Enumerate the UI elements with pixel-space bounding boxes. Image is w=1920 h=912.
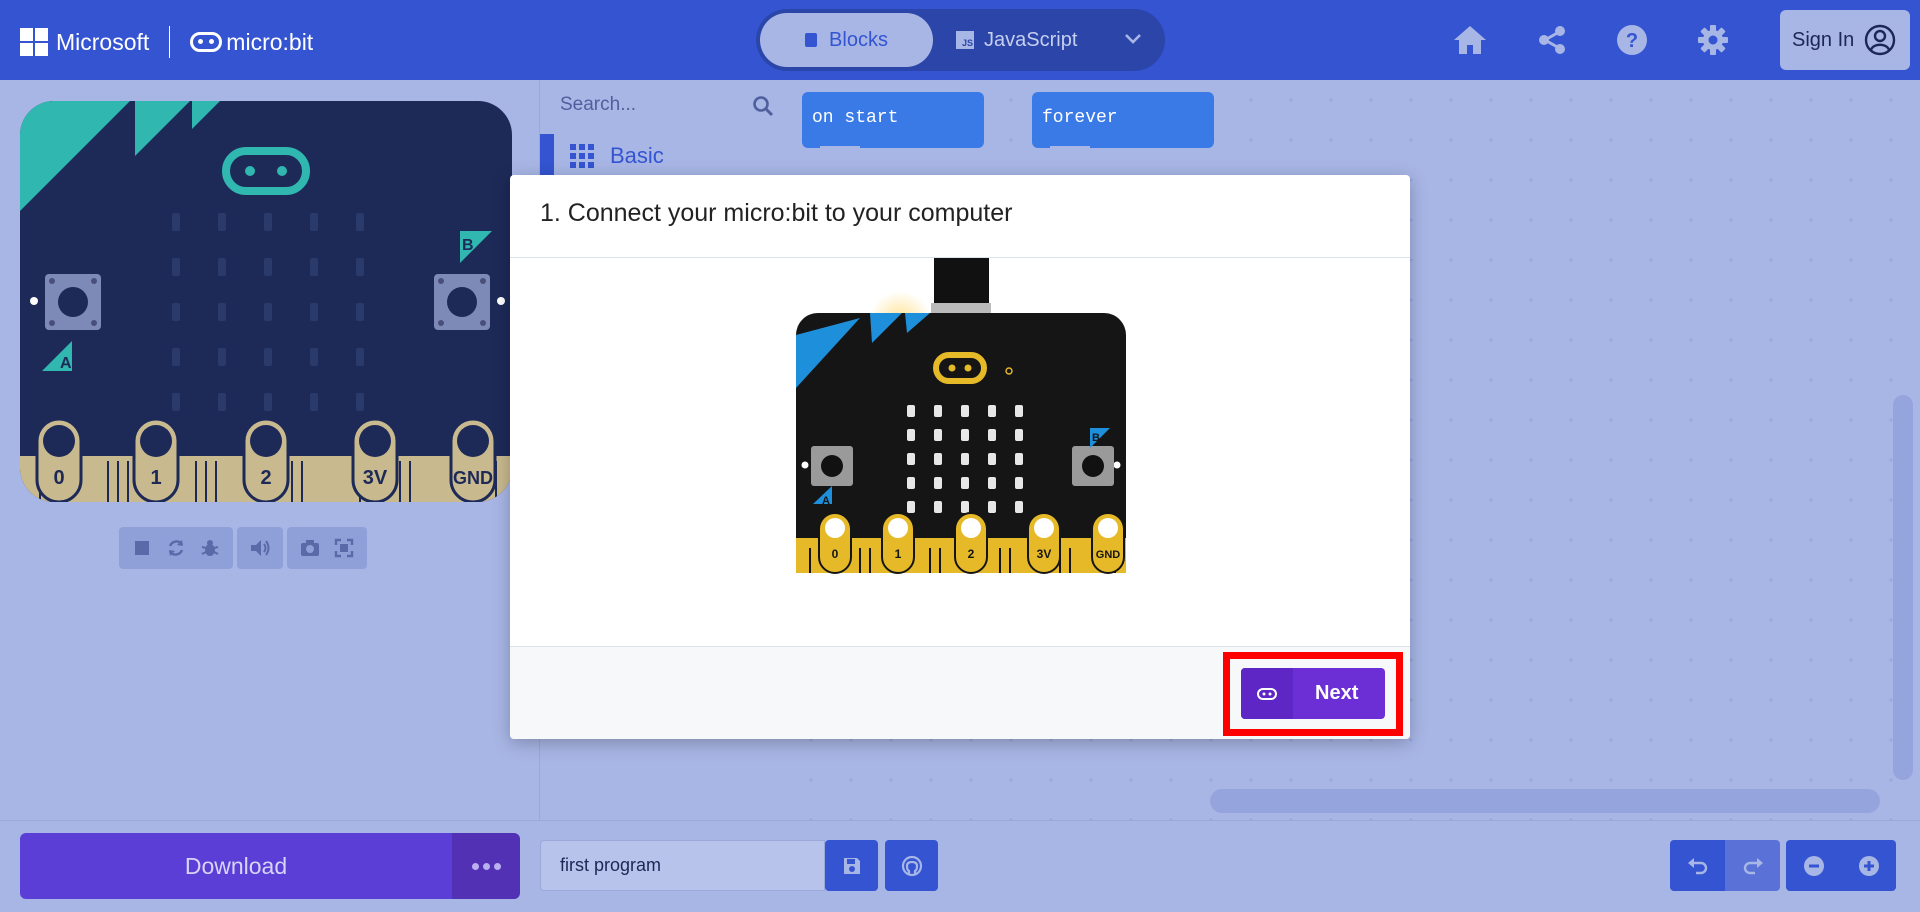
- illus-pin-gnd: GND: [1096, 549, 1121, 561]
- next-button[interactable]: Next: [1241, 668, 1385, 719]
- dialog-body: 0 1 2 3V GND A B: [510, 258, 1410, 621]
- illus-button-a-label: A: [822, 495, 830, 507]
- next-button-label: Next: [1315, 682, 1359, 704]
- illus-pin-2: 2: [968, 547, 975, 561]
- illus-pin-1: 1: [895, 547, 902, 561]
- illus-pin-3v: 3V: [1037, 547, 1052, 561]
- illus-button-b-label: B: [1092, 432, 1100, 444]
- dialog-title: 1. Connect your micro:bit to your comput…: [510, 175, 1410, 258]
- illus-pin-0: 0: [832, 547, 839, 561]
- link-icon: [1241, 668, 1293, 719]
- microbit-connect-illustration: 0 1 2 3V GND A B: [796, 258, 1126, 574]
